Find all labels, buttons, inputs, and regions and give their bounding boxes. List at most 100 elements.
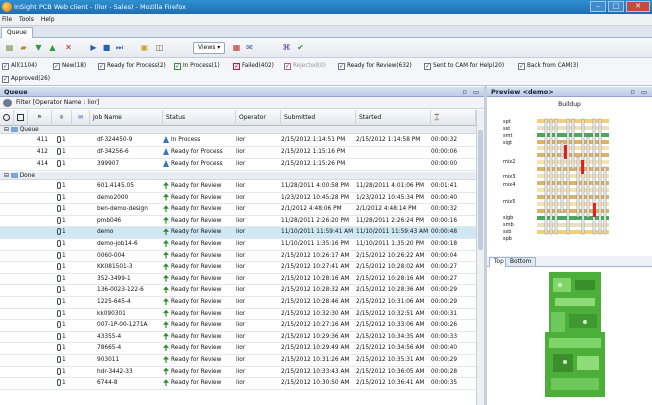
filter-approved[interactable]: ✓ Approved(26) (2, 74, 50, 84)
table-row[interactable]: 1 78665-4 Ready for Review lior 2/15/2012 10… (0, 343, 484, 355)
column-submitted[interactable]: Submitted (281, 110, 356, 126)
column-id[interactable] (14, 110, 28, 126)
job-operator: lior (236, 229, 246, 236)
job-operator: lior (236, 275, 246, 282)
checkbox-icon: ✓ (338, 62, 345, 70)
new-folder-icon[interactable]: ▤ (4, 42, 15, 53)
ready-for-review-icon (163, 321, 169, 329)
layer-label-spb: spb (503, 236, 512, 242)
move-up-icon[interactable]: ▲ (47, 42, 58, 53)
filter-back-from-cam[interactable]: ✓ Back from CAM(3) (518, 61, 578, 71)
table-row[interactable]: 411 1 df-324450-9 In Process lior 2/15/2… (0, 135, 484, 147)
table-row[interactable]: 414 1 399907 Ready for Process lior 2/15… (0, 159, 484, 171)
stop-icon[interactable]: ■ (101, 42, 112, 53)
job-status: Ready for Review (163, 193, 235, 204)
delete-icon[interactable]: ✕ (63, 42, 74, 53)
job-name: 78665-4 (97, 345, 122, 352)
column-email[interactable]: ✉ (72, 110, 90, 126)
views-dropdown[interactable]: Views ▾ (193, 42, 226, 54)
column-started[interactable]: Started (356, 110, 431, 126)
layer-label-sigb: sigb (503, 215, 514, 221)
cam-icon[interactable]: ⌘ (281, 42, 292, 53)
fast-forward-icon[interactable]: ⏭ (114, 42, 125, 53)
filter-new[interactable]: ✓ New(18) (53, 61, 86, 71)
filter-failed[interactable]: ✓ Failed(402) (233, 61, 274, 71)
column-duration[interactable]: ⌛ (431, 110, 476, 126)
tab-bottom[interactable]: Bottom (505, 257, 537, 267)
job-submitted: 2/15/2012 10:28:16 AM (281, 275, 350, 282)
tab-queue[interactable]: Queue (1, 27, 33, 38)
group-queue[interactable]: ⊟ Queue (0, 126, 484, 134)
attachment-icon (57, 228, 61, 236)
play-icon[interactable]: ▶ (88, 42, 99, 53)
filter-in-process[interactable]: ✓ In Process(1) (174, 61, 220, 71)
filter-all[interactable]: ✓ All(1104) (2, 61, 37, 71)
filter-sent-to-cam[interactable]: ✓ Sent to CAM for Help(20) (424, 61, 504, 71)
filter-ready-for-process[interactable]: ✓ Ready for Process(2) (98, 61, 166, 71)
pdf-icon[interactable]: ▦ (231, 42, 242, 53)
table-row[interactable]: 1 ben-demo-design Ready for Review lior 2/1/… (0, 204, 484, 216)
pcb-pad-3 (563, 360, 567, 364)
table-row[interactable]: 412 1 df-34256-6 Ready for Process lior … (0, 147, 484, 159)
menu-file[interactable]: File (2, 16, 12, 23)
column-attachment[interactable]: ⌾ (52, 110, 72, 126)
job-started (356, 159, 428, 170)
table-row[interactable]: 1 601.4145.05 Ready for Review lior 11/28/20… (0, 181, 484, 193)
open-folder-icon[interactable]: ▰ (18, 42, 29, 53)
move-down-icon[interactable]: ▼ (33, 42, 44, 53)
scrollbar-thumb[interactable] (478, 130, 483, 250)
table-row[interactable]: 1 demo Ready for Review lior 11/10/2011 11:5… (0, 227, 484, 239)
table-row[interactable]: 1 1225-645-4 Ready for Review lior 2/15/2012… (0, 297, 484, 309)
layer-mix5 (537, 195, 609, 199)
table-row[interactable]: 1 136-0023-122-6 Ready for Review lior 2/15/… (0, 285, 484, 297)
column-operator[interactable]: Operator (236, 110, 281, 126)
table-row[interactable]: 1 pmb046 Ready for Review lior 11/28/2011 2:… (0, 216, 484, 228)
package-icon[interactable]: ◫ (154, 42, 165, 53)
job-status: Ready for Review (163, 378, 235, 389)
column-job-name[interactable]: Job Name (90, 110, 163, 126)
column-expand[interactable] (0, 110, 14, 126)
table-row[interactable]: 1 demo2000 Ready for Review lior 1/23/2012 1… (0, 193, 484, 205)
email-icon[interactable]: ✉ (244, 42, 255, 53)
panel-controls[interactable]: ▫ ▭ (630, 87, 649, 97)
table-row[interactable]: 1 KK081501-3 Ready for Review lior 2/15/2012… (0, 262, 484, 274)
column-priority[interactable]: ⚑ (28, 110, 52, 126)
queue-filter-bar[interactable]: Filter [Operator Name : lior] (0, 97, 484, 109)
attachment-count: 1 (57, 251, 73, 262)
table-row[interactable]: 1 hdr-3442-33 Ready for Review lior 2/15/201… (0, 367, 484, 379)
job-status: Ready for Review (163, 216, 235, 227)
table-row[interactable]: 1 0060-004 Ready for Review lior 2/15/2012 1… (0, 251, 484, 263)
table-row[interactable]: 1 903011 Ready for Review lior 2/15/2012 10:… (0, 355, 484, 367)
layer-core-5 (537, 202, 609, 206)
filter-ready-for-review[interactable]: ✓ Ready for Review(632) (338, 61, 412, 71)
column-status[interactable]: Status (163, 110, 236, 126)
layer-label-smt: smt (503, 133, 513, 139)
close-button[interactable]: ✕ (626, 1, 650, 12)
table-row[interactable]: 1 352-3499-1 Ready for Review lior 2/15/2012… (0, 274, 484, 286)
approve-icon[interactable]: ✔ (295, 42, 306, 53)
folder-icon[interactable]: ▣ (139, 42, 150, 53)
job-started: 2/15/2012 10:28:02 AM (356, 264, 425, 271)
table-row[interactable]: 1 007-1P-00-1271A Ready for Review lior 2/15… (0, 320, 484, 332)
collapse-icon[interactable]: ⊟ (4, 127, 9, 133)
table-row[interactable]: 1 demo-job14-6 Ready for Review lior 11/10/2… (0, 239, 484, 251)
layer-core-4 (537, 188, 609, 192)
filter-rejected[interactable]: ✓ Rejected(0) (284, 61, 326, 71)
grid-scrollbar[interactable] (476, 110, 484, 405)
collapse-icon[interactable]: ⊟ (4, 173, 9, 179)
attachment-count: 1 (57, 320, 73, 331)
maximize-button[interactable]: □ (608, 1, 624, 12)
table-row[interactable]: 1 kk090301 Ready for Review lior 2/15/2012 1… (0, 309, 484, 321)
menu-help[interactable]: Help (41, 16, 55, 23)
minimize-button[interactable]: – (590, 1, 606, 12)
menu-tools[interactable]: Tools (19, 16, 34, 23)
menu-bar: File Tools Help (0, 14, 652, 26)
toolbar: ▤ ▰ ▼ ▲ ✕ ▶ ■ ⏭ ▣ ◫ Views ▾ ▦ ✉ ⌘ ✔ (0, 38, 652, 58)
table-row[interactable]: 1 43355-4 Ready for Review lior 2/15/2012 10… (0, 332, 484, 344)
panel-controls[interactable]: ▫ ▭ (462, 87, 481, 97)
attachment-count: 1 (57, 332, 73, 343)
attachment-count: 1 (57, 367, 73, 378)
filter-icon[interactable] (3, 99, 12, 107)
group-done[interactable]: ⊟ Done (0, 172, 484, 180)
table-row[interactable]: 1 6744-8 Ready for Review lior 2/15/2012 10:… (0, 378, 484, 390)
